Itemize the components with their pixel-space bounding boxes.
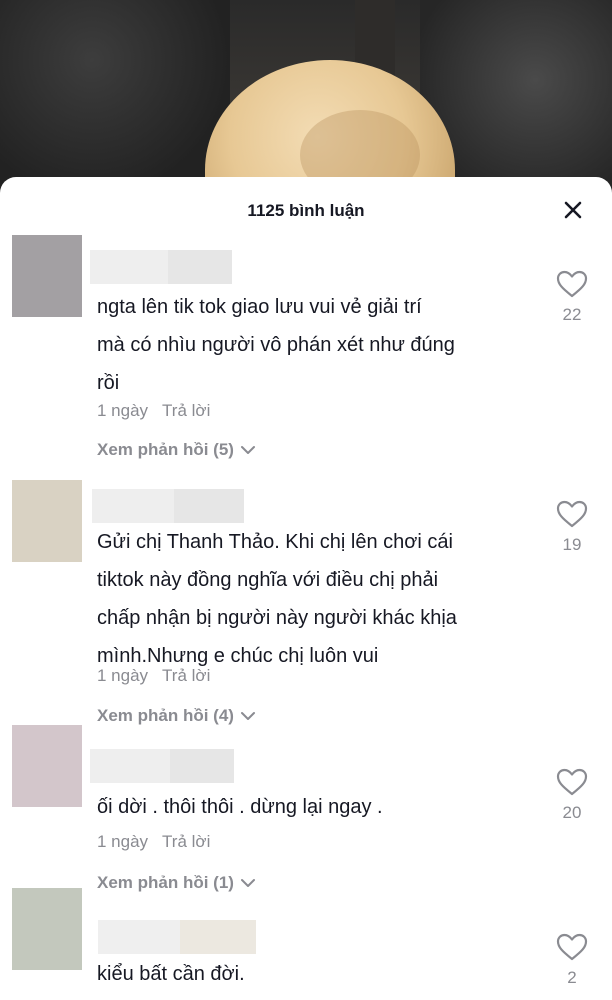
view-replies-button[interactable]: Xem phản hồi (4): [97, 706, 256, 726]
comments-header: 1125 bình luận: [0, 177, 612, 243]
comment-line: mà có nhìu người vô phán xét như đúng: [97, 334, 455, 356]
comment-item: ối dời . thôi thôi . dừng lại ngay . 1 n…: [0, 725, 612, 905]
close-button[interactable]: [560, 197, 586, 223]
heart-outline-icon: [556, 768, 588, 796]
background-wall-left: [0, 0, 230, 200]
close-icon: [564, 201, 582, 219]
comment-line: kiểu bất cần đời.: [97, 963, 245, 985]
comments-count-title: 1125 bình luận: [247, 201, 365, 220]
username-redacted[interactable]: [90, 250, 232, 284]
comment-line: Gửi chị Thanh Thảo. Khi chị lên chơi cái: [97, 531, 453, 553]
heart-outline-icon: [556, 933, 588, 961]
reply-button[interactable]: Trả lời: [162, 666, 210, 686]
reply-button[interactable]: Trả lời: [162, 401, 210, 421]
like-button[interactable]: 20: [548, 768, 596, 823]
like-button[interactable]: 19: [548, 500, 596, 555]
comment-item: kiểu bất cần đời. 2: [0, 888, 612, 1000]
username-redacted[interactable]: [92, 489, 244, 523]
heart-outline-icon: [556, 270, 588, 298]
comment-meta: 1 ngày Trả lời: [97, 666, 210, 686]
avatar[interactable]: [12, 480, 82, 562]
comment-line: rồi: [97, 372, 120, 394]
like-count: 2: [567, 968, 577, 987]
comments-sheet: 1125 bình luận ngta lên tik tok giao lưu…: [0, 177, 612, 1000]
like-button[interactable]: 22: [548, 270, 596, 325]
comment-text: ngta lên tik tok giao lưu vui vẻ giải tr…: [97, 288, 537, 402]
comment-text: kiểu bất cần đời.: [97, 955, 537, 993]
view-replies-label: Xem phản hồi (4): [97, 706, 234, 725]
comment-item: ngta lên tik tok giao lưu vui vẻ giải tr…: [0, 235, 612, 465]
comment-time: 1 ngày: [97, 832, 149, 851]
view-replies-label: Xem phản hồi (5): [97, 440, 234, 459]
comment-time: 1 ngày: [97, 401, 149, 420]
chevron-down-icon: [240, 712, 255, 720]
like-count: 20: [562, 803, 582, 822]
comment-line: tiktok này đồng nghĩa với điều chị phải: [97, 569, 439, 591]
username-redacted[interactable]: [98, 920, 256, 954]
comment-meta: 1 ngày Trả lời: [97, 401, 210, 421]
comment-time: 1 ngày: [97, 666, 149, 685]
chevron-down-icon: [240, 879, 255, 887]
heart-outline-icon: [556, 500, 588, 528]
like-count: 19: [562, 535, 582, 554]
avatar[interactable]: [12, 235, 82, 317]
avatar[interactable]: [12, 888, 82, 970]
video-background: [0, 0, 612, 200]
comment-meta: 1 ngày Trả lời: [97, 832, 210, 852]
like-button[interactable]: 2: [548, 933, 596, 988]
comment-text: Gửi chị Thanh Thảo. Khi chị lên chơi cái…: [97, 523, 537, 675]
avatar[interactable]: [12, 725, 82, 807]
comment-line: ối dời . thôi thôi . dừng lại ngay .: [97, 796, 383, 818]
reply-button[interactable]: Trả lời: [162, 832, 210, 852]
like-count: 22: [562, 305, 582, 324]
comment-text: ối dời . thôi thôi . dừng lại ngay .: [97, 788, 537, 826]
comment-line: ngta lên tik tok giao lưu vui vẻ giải tr…: [97, 296, 422, 318]
username-redacted[interactable]: [90, 749, 234, 783]
view-replies-button[interactable]: Xem phản hồi (5): [97, 440, 256, 460]
comment-item: Gửi chị Thanh Thảo. Khi chị lên chơi cái…: [0, 480, 612, 730]
comment-line: chấp nhận bị người này người khác khịa: [97, 607, 457, 629]
chevron-down-icon: [240, 446, 255, 454]
